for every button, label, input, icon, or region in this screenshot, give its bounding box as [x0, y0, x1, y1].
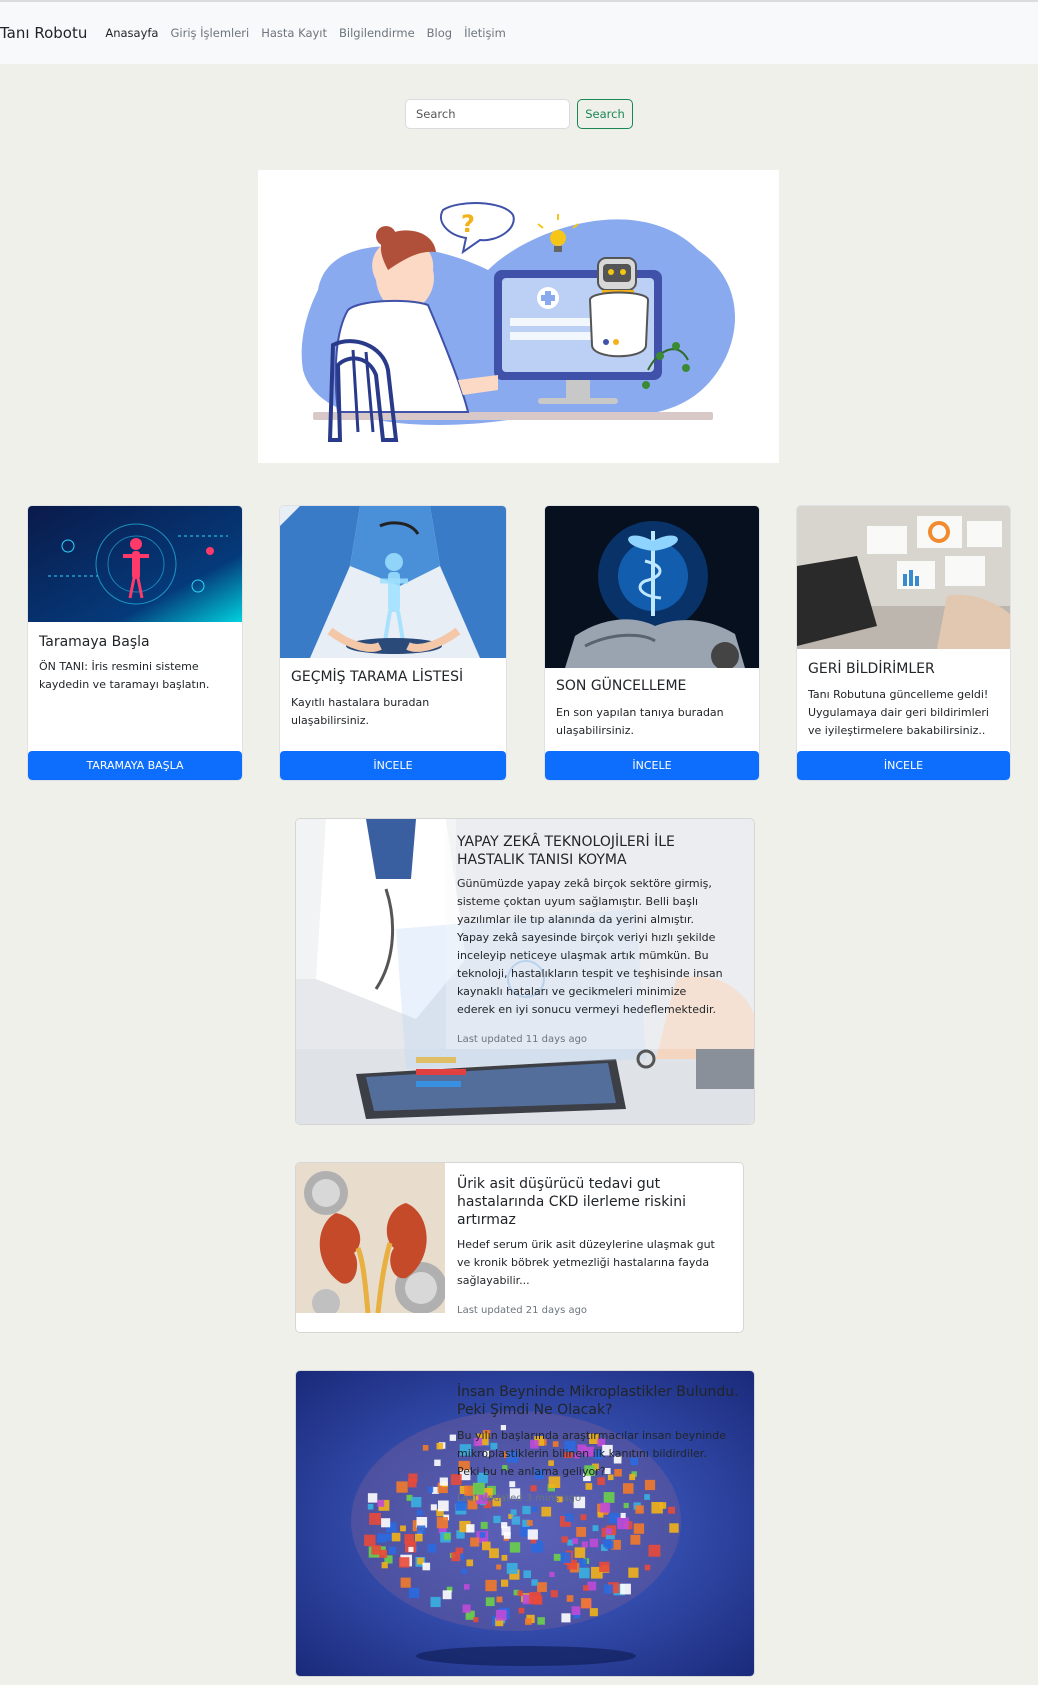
nav-link-blog[interactable]: Blog: [427, 26, 452, 40]
nav-link-hasta-kayit[interactable]: Hasta Kayıt: [261, 26, 327, 40]
nav-link-bilgilendirme[interactable]: Bilgilendirme: [339, 26, 415, 40]
brand-logo[interactable]: Tanı Robotu: [0, 24, 87, 42]
nav-link-giris-islemleri[interactable]: Giriş İşlemleri: [170, 26, 249, 40]
article-meta: Last updated 3 mins ago: [457, 1493, 582, 1504]
article-text: Bu yılın başlarında araştırmacılar insan…: [457, 1429, 726, 1478]
article-microplastics[interactable]: İnsan Beyninde Mikroplastikler Bulundu. …: [295, 1370, 755, 1677]
card-title: GERİ BİLDİRİMLER: [808, 661, 935, 677]
card-title: Taramaya Başla: [39, 634, 150, 650]
card-image-robot-hand-caduceus: [545, 506, 759, 668]
card-title: SON GÜNCELLEME: [556, 678, 687, 694]
nav-link-iletisim[interactable]: İletişim: [464, 26, 506, 40]
card-image-laptop-dashboard: [797, 506, 1010, 649]
svg-text:?: ?: [461, 210, 475, 238]
search-input[interactable]: [405, 99, 570, 129]
article-title[interactable]: İnsan Beyninde Mikroplastikler Bulundu. …: [457, 1383, 747, 1419]
search-form: Search: [405, 99, 633, 129]
article-title[interactable]: Ürik asit düşürücü tedavi gut hastaların…: [457, 1175, 702, 1229]
article-text: Günümüzde yapay zekâ birçok sektöre girm…: [457, 877, 723, 1016]
card-image-holographic-body: [280, 506, 506, 658]
review-last-update-button[interactable]: İNCELE: [545, 751, 759, 780]
start-scan-button[interactable]: TARAMAYA BAŞLA: [28, 751, 242, 780]
card-image-iris-scan: [28, 506, 242, 622]
article-ai-diagnosis[interactable]: YAPAY ZEKÂ TEKNOLOJİLERİ İLE HASTALIK TA…: [295, 818, 755, 1125]
card-title: GEÇMİŞ TARAMA LİSTESİ: [291, 669, 464, 685]
hero-illustration: ?: [258, 170, 779, 463]
review-history-button[interactable]: İNCELE: [280, 751, 506, 780]
article-text: Hedef serum ürik asit düzeylerine ulaşma…: [457, 1238, 715, 1287]
card-son-guncelleme: SON GÜNCELLEME En son yapılan tanıya bur…: [544, 505, 760, 781]
article-meta: Last updated 11 days ago: [457, 1034, 588, 1045]
card-text: ÖN TANI: İris resmini sisteme kaydedin v…: [39, 660, 210, 691]
search-button[interactable]: Search: [577, 99, 633, 129]
nav-link-anasayfa[interactable]: Anasayfa: [105, 26, 158, 40]
article-uric-acid[interactable]: Ürik asit düşürücü tedavi gut hastaların…: [295, 1162, 744, 1333]
card-text: En son yapılan tanıya buradan ulaşabilir…: [556, 706, 724, 737]
review-feedback-button[interactable]: İNCELE: [797, 751, 1010, 780]
article-image-kidney: [296, 1163, 445, 1313]
navbar: Tanı Robotu Anasayfa Giriş İşlemleri Has…: [0, 2, 1038, 64]
card-geri-bildirimler: GERİ BİLDİRİMLER Tanı Robutuna güncellem…: [796, 505, 1011, 781]
article-title[interactable]: YAPAY ZEKÂ TEKNOLOJİLERİ İLE HASTALIK TA…: [457, 833, 727, 869]
card-gecmis-tarama: GEÇMİŞ TARAMA LİSTESİ Kayıtlı hastalara …: [279, 505, 507, 781]
card-taramaya-basla: Taramaya Başla ÖN TANI: İris resmini sis…: [27, 505, 243, 781]
card-text: Kayıtlı hastalara buradan ulaşabilirsini…: [291, 696, 430, 727]
card-text: Tanı Robutuna güncelleme geldi! Uygulama…: [808, 688, 989, 737]
article-meta: Last updated 21 days ago: [457, 1305, 588, 1316]
